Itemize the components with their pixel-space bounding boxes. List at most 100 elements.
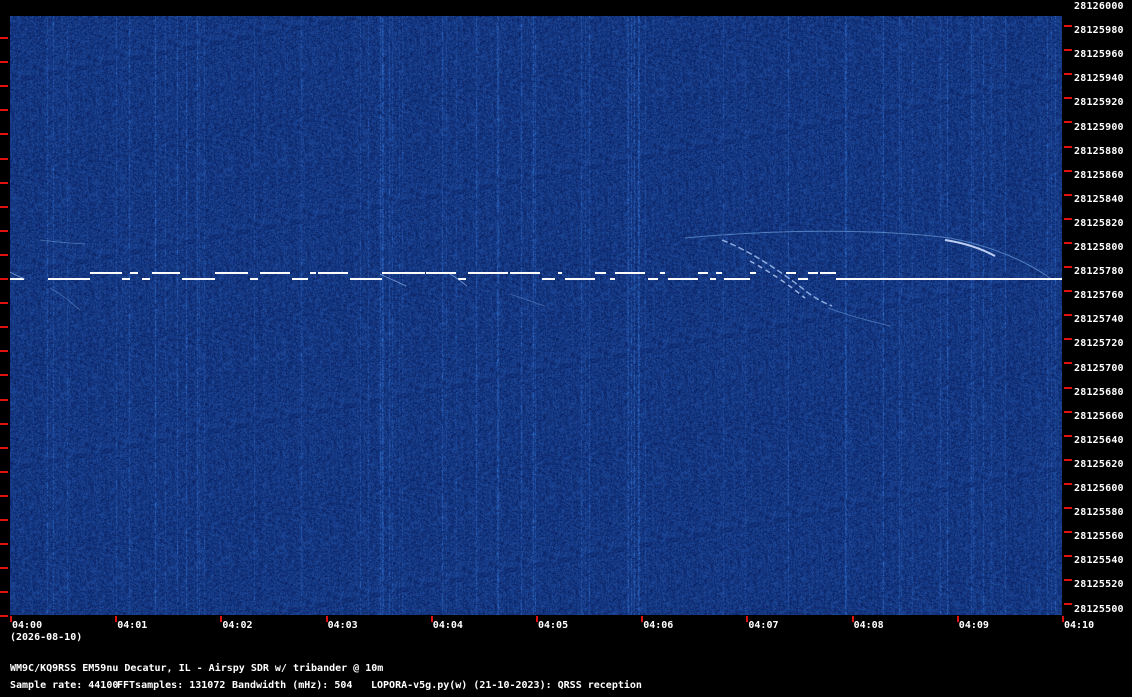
frequency-label: 28125600: [1074, 483, 1124, 494]
bandwidth-info: Bandwidth (mHz): 504: [232, 680, 353, 691]
frequency-label: 28125800: [1074, 242, 1124, 253]
right-tick: [1064, 507, 1072, 509]
frequency-label: 28125720: [1074, 338, 1124, 350]
signal-traces: [10, 230, 1062, 327]
meteor-trace: [684, 230, 1051, 279]
left-tick: [0, 470, 8, 473]
right-tick: [1064, 482, 1072, 485]
left-tick: [0, 326, 8, 329]
left-tick: [0, 253, 8, 256]
frequency-label: 28126000: [1074, 1, 1124, 12]
meteor-trace: [749, 260, 806, 299]
time-label: 04:08: [853, 620, 884, 631]
left-tick: [0, 350, 8, 353]
time-label: 04:06: [643, 620, 674, 631]
frequency-label: 28125560: [1074, 531, 1124, 543]
right-tick: [1064, 145, 1072, 148]
right-tick: [1064, 386, 1072, 389]
right-tick: [1064, 266, 1072, 268]
right-tick: [1064, 314, 1072, 317]
right-tick: [1064, 434, 1072, 437]
frequency-label: 28125620: [1074, 458, 1124, 470]
right-tick: [1064, 290, 1072, 293]
frequency-label: 28125880: [1074, 145, 1124, 157]
left-tick: [0, 422, 8, 425]
left-tick: [0, 567, 8, 570]
left-tick: [0, 543, 8, 546]
time-label: 04:01: [117, 620, 148, 631]
software-info: LOPORA-v5g.py(w) (21-10-2023): QRSS rece…: [371, 680, 642, 691]
left-tick: [0, 61, 8, 64]
right-tick: [1064, 338, 1072, 341]
frequency-label: 28125760: [1074, 290, 1124, 302]
left-tick: [0, 615, 8, 618]
left-tick: [0, 398, 8, 401]
left-tick: [0, 229, 8, 232]
left-tick: [0, 37, 8, 39]
frequency-label: 28125780: [1074, 266, 1124, 278]
right-tick: [1064, 193, 1072, 196]
left-tick: [0, 278, 8, 280]
time-label: 04:00: [12, 620, 43, 631]
left-tick: [0, 302, 8, 305]
right-tick: [1064, 603, 1072, 606]
left-tick: [0, 205, 8, 208]
right-tick: [1064, 73, 1072, 76]
frequency-label: 28125640: [1074, 434, 1124, 446]
frequency-label: 28125520: [1074, 579, 1124, 591]
meteor-trace: [509, 293, 546, 307]
right-tick: [1064, 241, 1072, 244]
right-tick: [1064, 362, 1072, 365]
left-tick: [0, 374, 8, 377]
right-tick: [1064, 555, 1072, 558]
frequency-label: 28125700: [1074, 362, 1124, 374]
frequency-label: 28125840: [1074, 193, 1124, 205]
time-label: 04:05: [538, 620, 569, 631]
right-tick: [1064, 410, 1072, 413]
frequency-label: 28125740: [1074, 314, 1124, 326]
meteor-trace: [379, 273, 407, 287]
right-tick: [1064, 531, 1072, 534]
right-tick: [1064, 25, 1072, 27]
frequency-label: 28125500: [1074, 603, 1124, 615]
waterfall-display: [10, 16, 1062, 615]
left-tick: [0, 519, 8, 521]
station-info: WM9C/KQ9RSS EM59nu Decatur, IL - Airspy …: [10, 663, 384, 674]
frequency-label: 28125580: [1074, 507, 1124, 519]
frequency-label: 28125540: [1074, 555, 1124, 567]
left-tick: [0, 109, 8, 112]
frequency-label: 28125680: [1074, 386, 1124, 398]
frequency-label: 28125920: [1074, 97, 1124, 109]
frequency-label: 28125960: [1074, 49, 1124, 61]
frequency-label: 28125860: [1074, 169, 1124, 181]
right-tick: [1064, 217, 1072, 220]
time-label: 04:07: [748, 620, 779, 631]
time-label: 04:04: [432, 620, 463, 631]
meteor-trace: [49, 287, 81, 311]
frequency-label: 28125940: [1074, 73, 1124, 85]
frequency-label: 28125900: [1074, 121, 1124, 133]
right-tick: [1064, 49, 1072, 52]
right-tick: [1064, 579, 1072, 582]
right-tick: [1064, 458, 1072, 461]
meteor-trace: [39, 239, 86, 245]
frequency-label: 28125660: [1074, 410, 1124, 422]
time-label: 04:09: [958, 620, 989, 631]
frequency-label: 28125820: [1074, 217, 1124, 229]
frequency-label: 28125980: [1074, 25, 1124, 37]
right-tick: [1064, 121, 1072, 124]
left-tick: [0, 494, 8, 497]
left-tick: [0, 446, 8, 449]
fsk-signal-trace: [10, 272, 1062, 280]
date-label: (2026-08-10): [10, 632, 83, 643]
fft-samples-info: FFTsamples: 131072: [117, 680, 226, 691]
meteor-trace: [10, 271, 26, 280]
left-tick: [0, 133, 8, 136]
sample-rate-info: Sample rate: 44100: [10, 680, 119, 691]
time-label: 04:02: [222, 620, 253, 631]
meteor-trace: [827, 307, 891, 327]
left-tick: [0, 181, 8, 184]
time-label: 04:03: [327, 620, 358, 631]
right-tick: [1064, 169, 1072, 172]
left-tick: [0, 591, 8, 594]
